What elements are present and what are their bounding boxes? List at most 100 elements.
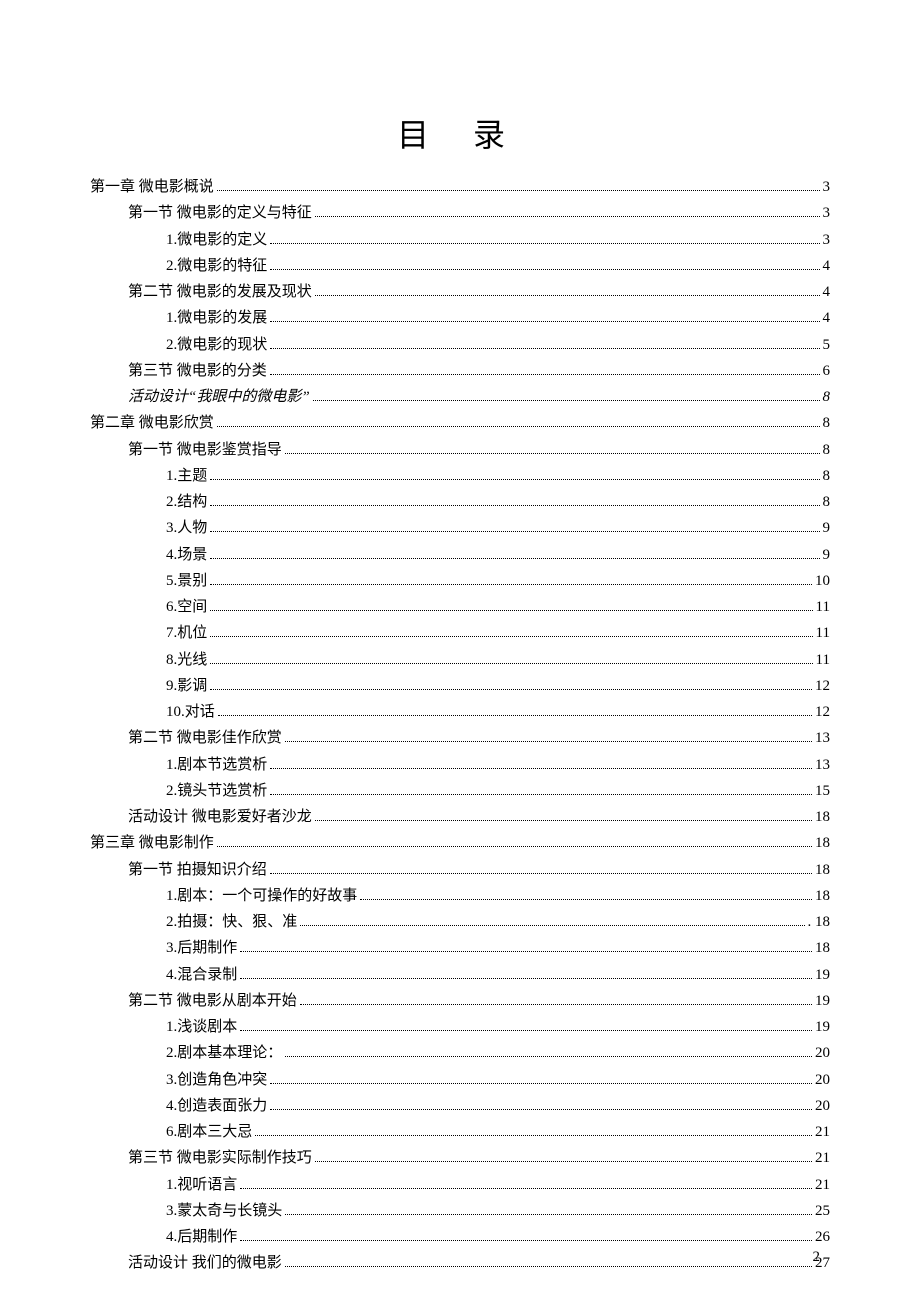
toc-leader-dots	[210, 479, 819, 480]
toc-leader-dots	[270, 1083, 812, 1084]
toc-entry-page: 13	[815, 752, 830, 778]
toc-entry: 2.微电影的特征4	[90, 253, 830, 279]
toc-entry-page: 20	[815, 1093, 830, 1119]
toc-entry-label: 7.机位	[166, 620, 207, 646]
toc-entry: 第一节 微电影鉴赏指导 8	[90, 437, 830, 463]
toc-entry-page: 18	[815, 883, 830, 909]
toc-entry-label: 10.对话	[166, 699, 215, 725]
toc-entry-page: 19	[815, 988, 830, 1014]
toc-entry: 3.蒙太奇与长镜头25	[90, 1198, 830, 1224]
toc-leader-dots	[313, 400, 820, 401]
toc-entry-page: 15	[815, 778, 830, 804]
toc-entry-label: 2.微电影的特征	[166, 253, 267, 279]
toc-entry-page: 12	[815, 673, 830, 699]
toc-entry-label: 活动设计 微电影爱好者沙龙	[128, 804, 312, 830]
toc-entry: 第三节 微电影实际制作技巧21	[90, 1145, 830, 1171]
toc-entry-label: 2.镜头节选赏析	[166, 778, 267, 804]
toc-entry-label: 1.微电影的定义	[166, 227, 267, 253]
toc-entry-label: 4.混合录制	[166, 962, 237, 988]
toc-leader-dots	[240, 1030, 812, 1031]
toc-entry: 2.结构8	[90, 489, 830, 515]
page-number: 2	[813, 1249, 821, 1266]
toc-entry-page: . 18	[808, 909, 831, 935]
toc-leader-dots	[315, 295, 820, 296]
toc-leader-dots	[270, 794, 812, 795]
toc-leader-dots	[270, 269, 819, 270]
toc-leader-dots	[240, 1188, 812, 1189]
toc-entry: 4.场景9	[90, 542, 830, 568]
toc-entry: 3.人物9	[90, 515, 830, 541]
toc-leader-dots	[218, 715, 812, 716]
toc-entry-label: 4.创造表面张力	[166, 1093, 267, 1119]
toc-entry: 4.创造表面张力 20	[90, 1093, 830, 1119]
toc-entry-label: 第三节 微电影的分类	[128, 358, 267, 384]
toc-leader-dots	[270, 768, 812, 769]
toc-entry-page: 8	[823, 410, 831, 436]
toc-entry: 1.浅谈剧本19	[90, 1014, 830, 1040]
document-page: 目 录 第一章 微电影概说3第一节 微电影的定义与特征31.微电影的定义32.微…	[0, 0, 920, 1302]
toc-entry: 2.微电影的现状5	[90, 332, 830, 358]
toc-entry-page: 8	[823, 384, 831, 410]
toc-entry-label: 6.空间	[166, 594, 207, 620]
toc-entry-page: 8	[823, 437, 831, 463]
toc-entry: 2.剧本基本理论：20	[90, 1040, 830, 1066]
toc-leader-dots	[315, 1161, 812, 1162]
toc-entry-page: 18	[815, 830, 830, 856]
toc-entry-label: 活动设计“我眼中的微电影”	[128, 384, 310, 410]
toc-entry-label: 1.剧本节选赏析	[166, 752, 267, 778]
toc-entry: 第二节 微电影佳作欣赏13	[90, 725, 830, 751]
toc-leader-dots	[270, 1109, 812, 1110]
toc-leader-dots	[210, 531, 819, 532]
toc-leader-dots	[285, 1056, 812, 1057]
toc-leader-dots	[285, 1214, 812, 1215]
toc-entry-page: 12	[815, 699, 830, 725]
toc-entry-label: 1.主题	[166, 463, 207, 489]
toc-entry-label: 3.创造角色冲突	[166, 1067, 267, 1093]
toc-entry: 第三节 微电影的分类6	[90, 358, 830, 384]
toc-entry: 1.视听语言21	[90, 1172, 830, 1198]
toc-leader-dots	[210, 663, 812, 664]
toc-entry-page: 9	[823, 515, 831, 541]
toc-leader-dots	[240, 1240, 812, 1241]
toc-leader-dots	[217, 190, 820, 191]
toc-leader-dots	[210, 584, 812, 585]
toc-leader-dots	[217, 846, 812, 847]
toc-entry-page: 18	[815, 935, 830, 961]
toc-entry: 活动设计 我们的微电影27	[90, 1250, 830, 1276]
toc-leader-dots	[210, 689, 812, 690]
toc-entry-label: 3.蒙太奇与长镜头	[166, 1198, 282, 1224]
toc-leader-dots	[285, 453, 820, 454]
toc-leader-dots	[315, 820, 812, 821]
toc-entry-label: 9.影调	[166, 673, 207, 699]
toc-leader-dots	[210, 610, 812, 611]
toc-entry-page: 19	[815, 1014, 830, 1040]
toc-entry: 第三章 微电影制作18	[90, 830, 830, 856]
toc-leader-dots	[255, 1135, 812, 1136]
toc-entry-label: 第一节 微电影鉴赏指导	[128, 437, 282, 463]
toc-entry: 5.景别10	[90, 568, 830, 594]
toc-entry-page: 11	[816, 647, 830, 673]
toc-entry: 4.混合录制19	[90, 962, 830, 988]
toc-entry-page: 3	[823, 227, 831, 253]
toc-entry: 1.剧本节选赏析 13	[90, 752, 830, 778]
toc-entry: 第二节 微电影从剧本开始 19	[90, 988, 830, 1014]
toc-entry-page: 20	[815, 1067, 830, 1093]
toc-leader-dots	[240, 978, 812, 979]
toc-leader-dots	[270, 348, 819, 349]
toc-entry: 第二章 微电影欣赏8	[90, 410, 830, 436]
toc-leader-dots	[217, 426, 820, 427]
toc-entry-label: 第二节 微电影从剧本开始	[128, 988, 297, 1014]
toc-entry: 活动设计“我眼中的微电影” 8	[90, 384, 830, 410]
toc-entry: 1.剧本：一个可操作的好故事18	[90, 883, 830, 909]
toc-entry-page: 21	[815, 1172, 830, 1198]
toc-entry-page: 11	[816, 594, 830, 620]
toc-entry-label: 第二节 微电影的发展及现状	[128, 279, 312, 305]
toc-entry: 7.机位11	[90, 620, 830, 646]
toc-leader-dots	[285, 741, 812, 742]
toc-entry-label: 2.微电影的现状	[166, 332, 267, 358]
toc-entry-page: 21	[815, 1145, 830, 1171]
toc-entry-label: 6.剧本三大忌	[166, 1119, 252, 1145]
toc-entry: 1.微电影的发展4	[90, 305, 830, 331]
toc-leader-dots	[210, 505, 819, 506]
toc-leader-dots	[270, 374, 820, 375]
